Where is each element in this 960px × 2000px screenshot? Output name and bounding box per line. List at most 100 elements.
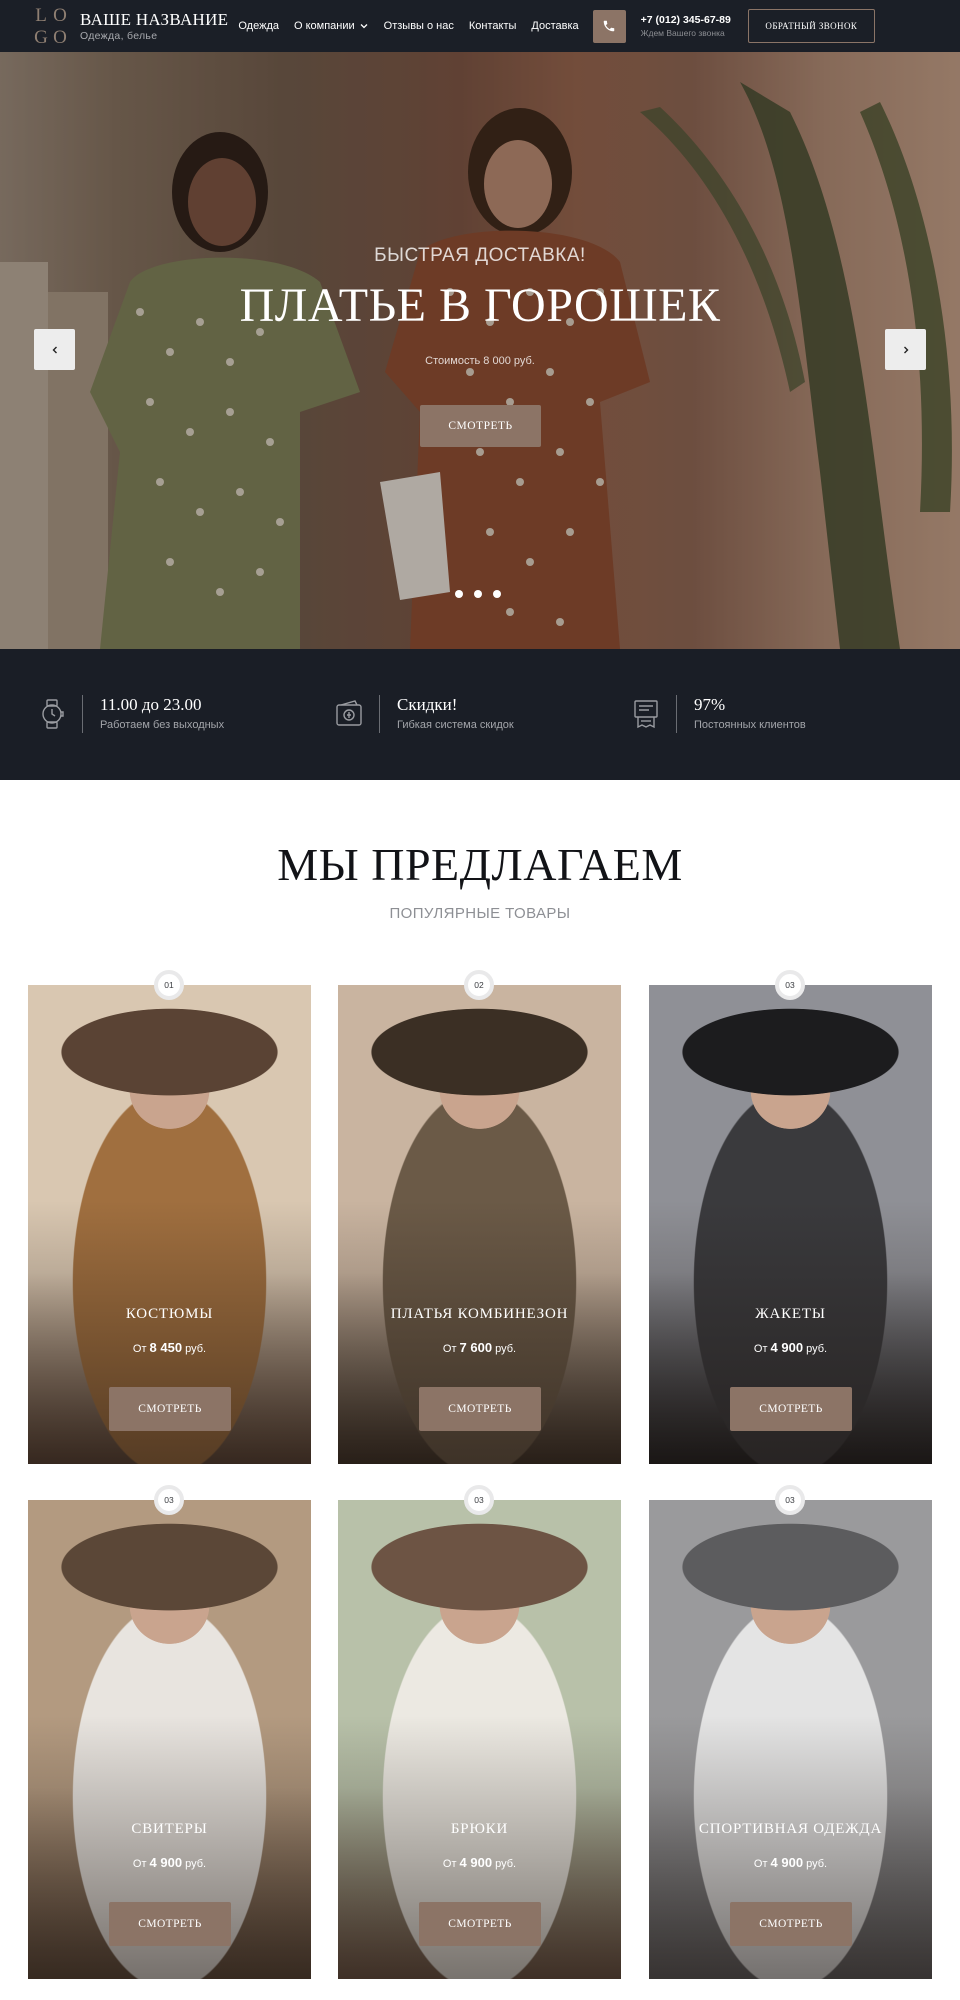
product-view-button[interactable]: СМОТРЕТЬ [730,1902,852,1946]
hero-overlay [0,52,960,649]
product-name: ПЛАТЬЯ КОМБИНЕЗОН [390,1306,569,1322]
product-card[interactable]: БРЮКИ От 4 900 руб. СМОТРЕТЬ [338,1500,621,1979]
product-number-badge: 03 [154,1485,184,1515]
product-card[interactable]: ЖАКЕТЫ От 4 900 руб. СМОТРЕТЬ [649,985,932,1464]
features-bar: 11.00 до 23.00 Работаем без выходных Ски… [0,649,960,780]
product-price: От 4 900 руб. [28,1855,311,1870]
price-prefix: От [753,1343,768,1355]
product-view-button[interactable]: СМОТРЕТЬ [419,1387,541,1431]
receipt-icon [634,699,658,728]
feature-item: 11.00 до 23.00 Работаем без выходных [36,694,224,733]
contact-block: +7 (012) 345-67-89 Ждем Вашего звонка [641,13,731,39]
price-value: 7 600 [459,1340,493,1355]
nav-item-delivery[interactable]: Доставка [531,20,578,32]
nav-item-clothes[interactable]: Одежда [238,20,279,32]
chevron-right-icon [903,346,908,353]
feature-title: 97% [694,695,726,714]
nav-item-about[interactable]: О компании [294,20,369,32]
brand-tagline: Одежда, белье [80,29,158,42]
section-title: МЫ ПРЕДЛАГАЕМ [277,839,683,890]
feature-subtitle: Постоянных клиентов [694,719,806,731]
slider-dot[interactable] [493,590,501,598]
section-subtitle: ПОПУЛЯРНЫЕ ТОВАРЫ [389,905,571,922]
feature-divider [676,694,677,733]
price-value: 4 900 [770,1855,804,1870]
phone-icon [603,20,615,32]
callback-button[interactable]: ОБРАТНЫЙ ЗВОНОК [747,9,875,43]
phone-number[interactable]: +7 (012) 345-67-89 [641,13,731,27]
logo-letter: G [34,26,49,48]
feature-divider [82,694,83,733]
product-view-button[interactable]: СМОТРЕТЬ [109,1387,231,1431]
price-prefix: От [753,1858,768,1870]
product-card[interactable]: СВИТЕРЫ От 4 900 руб. СМОТРЕТЬ [28,1500,311,1979]
product-name: КОСТЮМЫ [125,1306,214,1322]
product-name: БРЮКИ [450,1821,509,1837]
brand[interactable]: ВАШЕ НАЗВАНИЕ Одежда, белье [80,10,228,43]
nav-item-contacts[interactable]: Контакты [469,20,517,32]
logo-letter: O [53,26,68,48]
phone-button[interactable] [592,9,626,43]
price-value: 4 900 [459,1855,493,1870]
slider-dots [455,590,501,598]
product-price: От 4 900 руб. [649,1340,932,1355]
price-currency: руб. [806,1858,828,1870]
hero-price: Стоимость 8 000 руб. [425,355,535,367]
price-value: 4 900 [770,1340,804,1355]
product-number-badge: 01 [154,970,184,1000]
feature-title: 11.00 до 23.00 [100,695,202,714]
feature-text: Скидки! Гибкая система скидок [397,694,514,733]
feature-subtitle: Гибкая система скидок [397,719,514,731]
brand-name: ВАШЕ НАЗВАНИЕ [80,9,229,29]
product-card[interactable]: ПЛАТЬЯ КОМБИНЕЗОН От 7 600 руб. СМОТРЕТЬ [338,985,621,1464]
price-prefix: От [442,1858,457,1870]
product-price: От 4 900 руб. [649,1855,932,1870]
feature-text: 11.00 до 23.00 Работаем без выходных [100,694,224,733]
product-name: СВИТЕРЫ [131,1821,208,1837]
price-currency: руб. [495,1858,517,1870]
price-prefix: От [132,1858,147,1870]
product-number-badge: 03 [464,1485,494,1515]
phone-note: Ждем Вашего звонка [640,28,725,38]
hero-title: ПЛАТЬЕ В ГОРОШЕК [239,279,721,332]
price-value: 8 450 [149,1340,183,1355]
price-prefix: От [132,1343,147,1355]
price-prefix: От [442,1343,457,1355]
slider-dot[interactable] [474,590,482,598]
feature-item: 97% Постоянных клиентов [630,694,806,733]
product-view-button[interactable]: СМОТРЕТЬ [419,1902,541,1946]
price-currency: руб. [495,1343,517,1355]
nav-item-reviews[interactable]: Отзывы о нас [384,20,454,32]
product-view-button[interactable]: СМОТРЕТЬ [109,1902,231,1946]
hero-view-button[interactable]: СМОТРЕТЬ [420,405,541,447]
slider-next-button[interactable] [885,329,926,370]
product-number-badge: 03 [775,970,805,1000]
main-nav: Одежда О компании Отзывы о нас Контакты … [238,20,578,32]
product-price: От 7 600 руб. [338,1340,621,1355]
logo-letter: L [35,4,48,26]
price-currency: руб. [185,1858,207,1870]
product-card[interactable]: КОСТЮМЫ От 8 450 руб. СМОТРЕТЬ [28,985,311,1464]
nav-item-label: О компании [293,20,355,32]
product-card[interactable]: СПОРТИВНАЯ ОДЕЖДА От 4 900 руб. СМОТРЕТЬ [649,1500,932,1979]
slider-dot[interactable] [455,590,463,598]
price-currency: руб. [806,1343,828,1355]
logo[interactable]: L O G O [32,4,70,48]
hero-kicker: БЫСТРАЯ ДОСТАВКА! [374,245,586,266]
feature-subtitle: Работаем без выходных [100,719,225,731]
slider-prev-button[interactable] [34,329,75,370]
product-number-badge: 02 [464,970,494,1000]
feature-item: Скидки! Гибкая система скидок [333,694,514,733]
product-price: От 4 900 руб. [338,1855,621,1870]
watch-icon [42,698,64,729]
product-price: От 8 450 руб. [28,1340,311,1355]
product-view-button[interactable]: СМОТРЕТЬ [730,1387,852,1431]
feature-divider [379,694,380,733]
logo-letter: O [53,4,68,26]
site-header: L O G O ВАШЕ НАЗВАНИЕ Одежда, белье Одеж… [0,0,960,52]
wallet-icon [336,699,362,726]
chevron-down-icon [360,24,368,29]
product-name: ЖАКЕТЫ [755,1306,826,1322]
feature-title: Скидки! [397,695,458,714]
price-currency: руб. [185,1343,207,1355]
